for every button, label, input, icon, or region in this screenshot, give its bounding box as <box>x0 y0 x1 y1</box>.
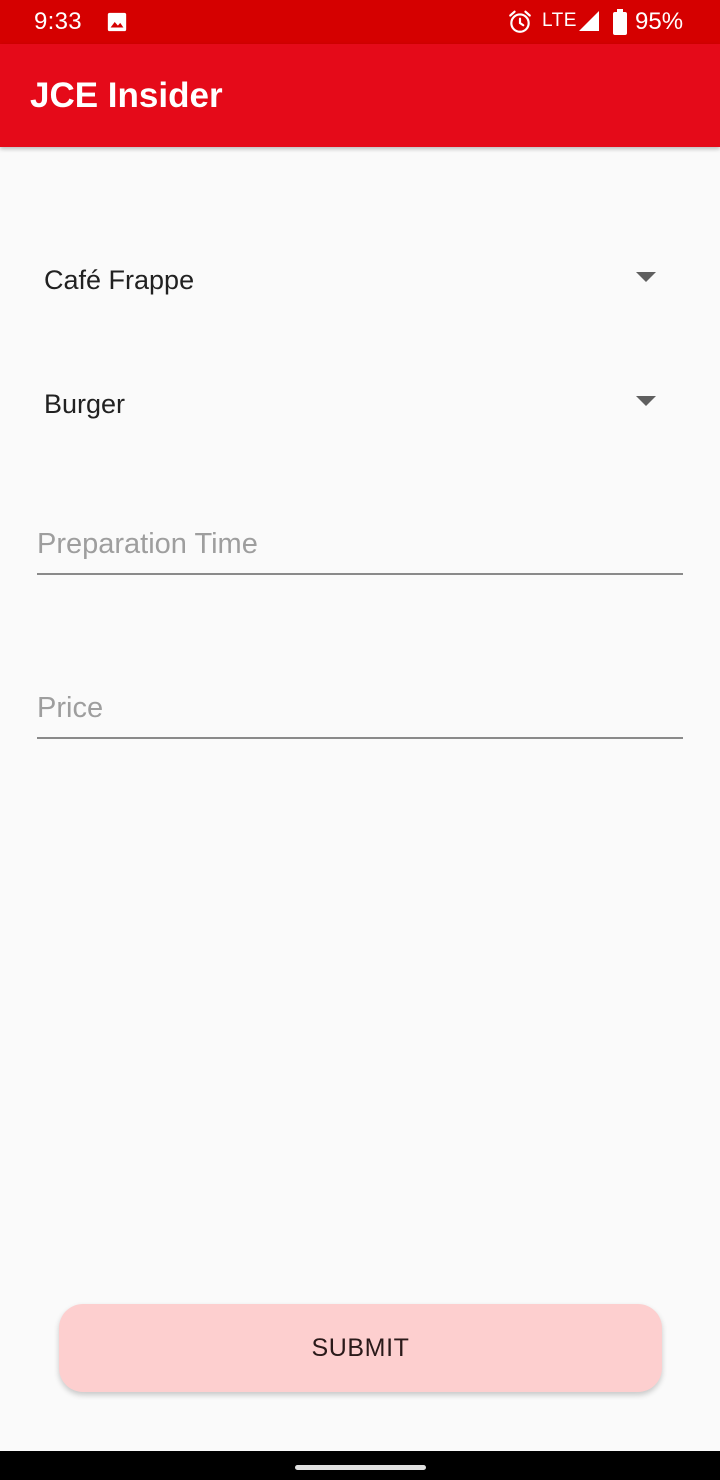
status-time: 9:33 <box>34 8 82 35</box>
app-title: JCE Insider <box>30 76 223 115</box>
battery-icon <box>613 9 627 35</box>
battery-percent: 95% <box>635 8 684 35</box>
app-bar: JCE Insider <box>0 44 720 147</box>
preparation-time-input[interactable] <box>37 515 683 575</box>
spinner-selected-value: Burger <box>44 389 126 419</box>
submit-label: SUBMIT <box>311 1333 410 1362</box>
submit-button[interactable]: SUBMIT <box>59 1304 662 1392</box>
item-spinner-food[interactable]: Burger <box>30 368 690 440</box>
image-icon <box>107 12 127 32</box>
status-bar: 9:33 LTE 95% <box>0 0 720 44</box>
spinner-selected-value: Café Frappe <box>44 265 195 295</box>
dropdown-arrow-icon <box>636 272 656 282</box>
dropdown-arrow-icon <box>636 396 656 406</box>
network-type: LTE <box>542 10 577 31</box>
navigation-bar <box>0 1451 720 1480</box>
item-spinner-drink[interactable]: Café Frappe <box>30 244 690 316</box>
alarm-icon <box>509 10 531 33</box>
signal-icon <box>579 11 599 31</box>
app-screen: 9:33 LTE 95% JCE Insider Café Frappe Bur… <box>0 0 720 1480</box>
home-gesture-handle[interactable] <box>295 1465 426 1470</box>
price-input[interactable] <box>37 679 683 739</box>
